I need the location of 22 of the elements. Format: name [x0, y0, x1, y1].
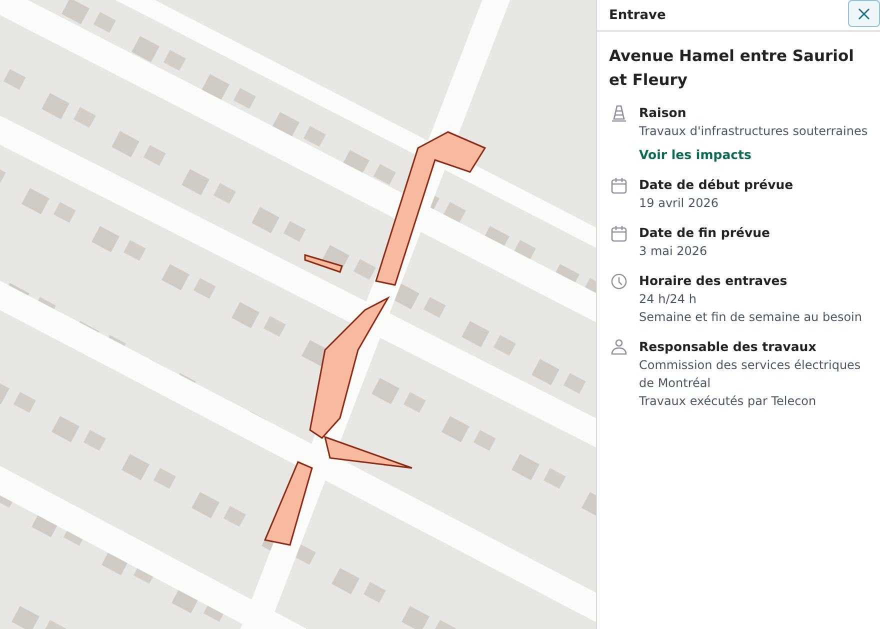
section-text: Travaux exécutés par Telecon: [639, 393, 818, 410]
calendar-icon: [611, 225, 627, 242]
traffic-cone-icon: [611, 105, 627, 123]
section-label: Horaire des entraves: [639, 272, 788, 290]
calendar-icon: [611, 177, 627, 194]
panel-header: Entrave: [609, 8, 666, 22]
section-label: Responsable des travaux: [639, 338, 818, 356]
section-text: Travaux d'infrastructures souterraines: [639, 123, 868, 140]
section-label: Date de début prévue: [639, 176, 794, 194]
close-button[interactable]: [848, 0, 880, 27]
clock-icon: [611, 273, 627, 290]
closure-title: Avenue Hamel entre Sauriol et Fleury: [608, 46, 855, 91]
section-text: 3 mai 2026: [639, 243, 708, 260]
person-icon: [611, 339, 627, 355]
section-text: 24 h/24 h: [639, 291, 698, 308]
section-label: Date de fin prévue: [639, 224, 770, 242]
impacts-link[interactable]: Voir les impacts: [639, 146, 868, 164]
section-text: 19 avril 2026: [639, 195, 720, 212]
section-text: Commission des services électriques de Montréal: [639, 357, 862, 392]
close-icon: [858, 8, 870, 20]
section-label: Raison: [639, 104, 688, 122]
section-text: Semaine et fin de semaine au besoin: [639, 309, 862, 326]
